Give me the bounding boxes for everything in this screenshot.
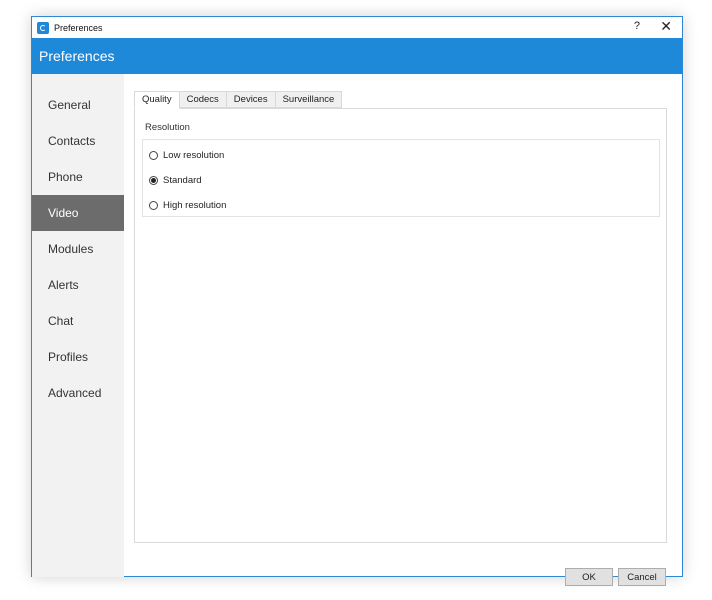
title-bar: Preferences ? ✕ [32, 17, 682, 38]
quality-tab-panel: Resolution Low resolution Standard High … [134, 108, 667, 543]
radio-label: High resolution [163, 200, 227, 211]
app-logo-icon [37, 21, 49, 34]
sidebar-item-contacts[interactable]: Contacts [32, 123, 124, 159]
sidebar: General Contacts Phone Video Modules Ale… [32, 74, 124, 577]
sidebar-item-chat[interactable]: Chat [32, 303, 124, 339]
tab-strip: Quality Codecs Devices Surveillance [134, 91, 343, 109]
radio-label: Standard [163, 175, 202, 186]
preferences-window: Preferences ? ✕ Preferences General Cont… [31, 16, 683, 586]
radio-button-icon [149, 201, 158, 210]
tab-quality[interactable]: Quality [134, 91, 180, 109]
sidebar-item-general[interactable]: General [32, 87, 124, 123]
radio-button-icon [149, 151, 158, 160]
radio-standard[interactable]: Standard [149, 175, 202, 186]
tab-codecs[interactable]: Codecs [179, 91, 227, 108]
ok-button[interactable]: OK [565, 568, 613, 586]
resolution-group: Low resolution Standard High resolution [142, 139, 660, 217]
close-button[interactable]: ✕ [660, 18, 672, 35]
header-bar: Preferences [32, 38, 682, 74]
content-area: Quality Codecs Devices Surveillance Reso… [124, 74, 682, 586]
sidebar-item-profiles[interactable]: Profiles [32, 339, 124, 375]
window-title: Preferences [54, 22, 103, 33]
radio-high-resolution[interactable]: High resolution [149, 200, 226, 211]
sidebar-item-video[interactable]: Video [32, 195, 124, 231]
cancel-button[interactable]: Cancel [618, 568, 666, 586]
help-button[interactable]: ? [634, 20, 640, 32]
radio-button-selected-icon [149, 176, 158, 185]
tab-surveillance[interactable]: Surveillance [275, 91, 343, 108]
resolution-group-label: Resolution [145, 122, 190, 133]
radio-label: Low resolution [163, 150, 225, 161]
tab-devices[interactable]: Devices [226, 91, 276, 108]
sidebar-item-advanced[interactable]: Advanced [32, 375, 124, 411]
radio-low-resolution[interactable]: Low resolution [149, 150, 224, 161]
sidebar-item-phone[interactable]: Phone [32, 159, 124, 195]
sidebar-item-modules[interactable]: Modules [32, 231, 124, 267]
page-title: Preferences [39, 48, 115, 64]
sidebar-item-alerts[interactable]: Alerts [32, 267, 124, 303]
